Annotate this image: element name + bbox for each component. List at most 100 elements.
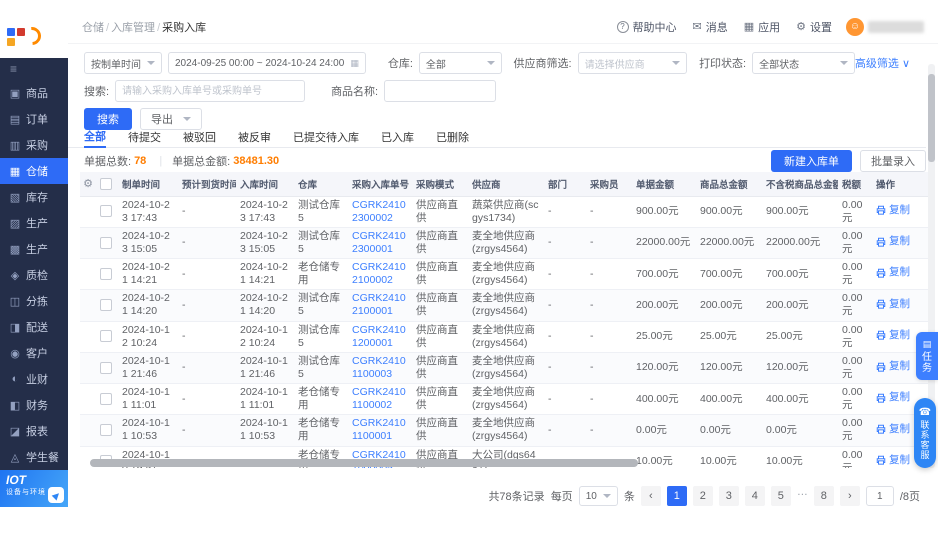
sidebar-item-生产-6[interactable]: ▩生产 (0, 236, 68, 262)
advanced-filter-link[interactable]: 高级筛选 ∨ (855, 55, 910, 71)
sidebar-item-仓储-3[interactable]: ▦仓储 (0, 158, 68, 184)
page-button-2[interactable]: 2 (693, 486, 713, 506)
sidebar-item-配送-9[interactable]: ◨配送 (0, 314, 68, 340)
page-button-1[interactable]: 1 (667, 486, 687, 506)
cell-order_no[interactable]: CGRK24101100001 (348, 415, 412, 446)
batch-entry-button[interactable]: 批量录入 (860, 150, 926, 172)
prev-page-button[interactable]: ‹ (641, 486, 661, 506)
sidebar-item-财务-12[interactable]: ◧财务 (0, 392, 68, 418)
settings-icon: ⚙ (796, 20, 806, 33)
cell-goods_total: 120.00元 (696, 352, 762, 383)
breadcrumb-item[interactable]: 入库管理 (111, 22, 155, 34)
cell-dept: - (544, 352, 586, 383)
page-button-4[interactable]: 4 (745, 486, 765, 506)
row-checkbox[interactable] (100, 362, 112, 374)
copy-button[interactable]: 复制 (876, 204, 910, 217)
breadcrumb-item[interactable]: 仓储 (82, 22, 104, 34)
avatar: ☺ (846, 18, 864, 36)
iot-panel[interactable]: IOT 设备与环境 ▶ (0, 470, 68, 507)
cell-order_no[interactable]: CGRK24101100002 (348, 384, 412, 415)
horizontal-scrollbar[interactable] (90, 459, 638, 467)
sidebar-item-报表-13[interactable]: ◪报表 (0, 418, 68, 444)
row-checkbox[interactable] (100, 424, 112, 436)
sidebar-item-生产-5[interactable]: ▨生产 (0, 210, 68, 236)
copy-button[interactable]: 复制 (876, 298, 910, 311)
sidebar-collapse-button[interactable]: ≡ (0, 58, 68, 80)
tab-4[interactable]: 已提交待入库 (293, 126, 359, 148)
copy-button[interactable]: 复制 (876, 423, 910, 436)
message-icon: ✉ (693, 20, 702, 33)
copy-button[interactable]: 复制 (876, 391, 910, 404)
next-page-button[interactable]: › (840, 486, 860, 506)
cell-tax: 0.00元 (838, 259, 872, 290)
column-header: 采购入库单号 (348, 172, 412, 196)
cell-order_no[interactable]: CGRK24102300002 (348, 196, 412, 227)
sidebar-item-订单-1[interactable]: ▤订单 (0, 106, 68, 132)
search-input[interactable] (115, 80, 305, 102)
sidebar-item-客户-10[interactable]: ◉客户 (0, 340, 68, 366)
vertical-scrollbar-thumb[interactable] (928, 74, 935, 162)
column-settings-icon[interactable]: ⚙ (83, 178, 93, 190)
cell-tax: 0.00元 (838, 352, 872, 383)
cell-goods_total_no_tax: 700.00元 (762, 259, 838, 290)
cell-order_no[interactable]: CGRK24102100001 (348, 290, 412, 321)
cell-order_no[interactable]: CGRK24102100002 (348, 259, 412, 290)
product-name-input[interactable] (384, 80, 496, 102)
user-menu[interactable]: ☺ (846, 18, 924, 36)
supplier-select[interactable]: 请选择供应商 (578, 52, 687, 74)
create-inbound-button[interactable]: 新建入库单 (771, 150, 852, 172)
page-button-8[interactable]: 8 (814, 486, 834, 506)
row-checkbox[interactable] (100, 237, 112, 249)
sidebar-item-库存-4[interactable]: ▧库存 (0, 184, 68, 210)
row-checkbox[interactable] (100, 330, 112, 342)
sidebar-item-质检-7[interactable]: ◈质检 (0, 262, 68, 288)
task-float-button[interactable]: ▤ 任务 (916, 332, 938, 380)
row-checkbox[interactable] (100, 299, 112, 311)
print-status-select[interactable]: 全部状态 (752, 52, 855, 74)
copy-button[interactable]: 复制 (876, 454, 910, 467)
cell-buyer: - (586, 352, 632, 383)
date-range-picker[interactable]: 2024-09-25 00:00 ~ 2024-10-24 24:00 ▦ (168, 52, 366, 74)
sidebar-item-学生餐-14[interactable]: ◬学生餐 (0, 444, 68, 470)
tab-6[interactable]: 已删除 (436, 126, 469, 148)
time-type-select[interactable]: 按制单时间 (84, 52, 162, 74)
row-checkbox[interactable] (100, 205, 112, 217)
warehouse-select[interactable]: 全部 (419, 52, 502, 74)
copy-button[interactable]: 复制 (876, 235, 910, 248)
sidebar-item-采购-2[interactable]: ▥采购 (0, 132, 68, 158)
cell-inbound: 2024-10-21 14:21 (236, 259, 294, 290)
cell-order_no[interactable]: CGRK24101100003 (348, 352, 412, 383)
cell-goods_total_no_tax: 25.00元 (762, 321, 838, 352)
message-button[interactable]: ✉消息 (693, 19, 728, 35)
tab-1[interactable]: 待提交 (128, 126, 161, 148)
page-button-5[interactable]: 5 (771, 486, 791, 506)
apps-button[interactable]: ▦应用 (744, 19, 780, 35)
sidebar-item-业财-11[interactable]: ◐业财 (0, 366, 68, 392)
tab-3[interactable]: 被反审 (238, 126, 271, 148)
headset-icon: ☎ (919, 407, 931, 418)
page-jump-input[interactable] (866, 486, 894, 506)
customer-service-button[interactable]: ☎ 联系客服 (914, 398, 936, 468)
copy-button[interactable]: 复制 (876, 360, 910, 373)
printer-icon (876, 330, 886, 340)
help-button[interactable]: ?帮助中心 (617, 19, 677, 35)
sidebar-item-商品-0[interactable]: ▣商品 (0, 80, 68, 106)
cell-order_no[interactable]: CGRK24101200001 (348, 321, 412, 352)
column-header: 商品总金额 (696, 172, 762, 196)
page-button-3[interactable]: 3 (719, 486, 739, 506)
tab-5[interactable]: 已入库 (381, 126, 414, 148)
settings-button[interactable]: ⚙设置 (796, 19, 832, 35)
row-checkbox[interactable] (100, 268, 112, 280)
tab-0[interactable]: 全部 (84, 126, 106, 148)
copy-button[interactable]: 复制 (876, 266, 910, 279)
cell-order_no[interactable]: CGRK24102300001 (348, 227, 412, 258)
tab-2[interactable]: 被驳回 (183, 126, 216, 148)
row-checkbox[interactable] (100, 393, 112, 405)
sidebar-item-分拣-8[interactable]: ◫分拣 (0, 288, 68, 314)
printer-icon (876, 299, 886, 309)
per-page-select[interactable]: 10 (579, 486, 618, 506)
filter-row-1: 按制单时间 2024-09-25 00:00 ~ 2024-10-24 24:0… (84, 52, 926, 74)
copy-button[interactable]: 复制 (876, 329, 910, 342)
export-label: 导出 (151, 111, 173, 127)
select-all-checkbox[interactable] (100, 178, 112, 190)
